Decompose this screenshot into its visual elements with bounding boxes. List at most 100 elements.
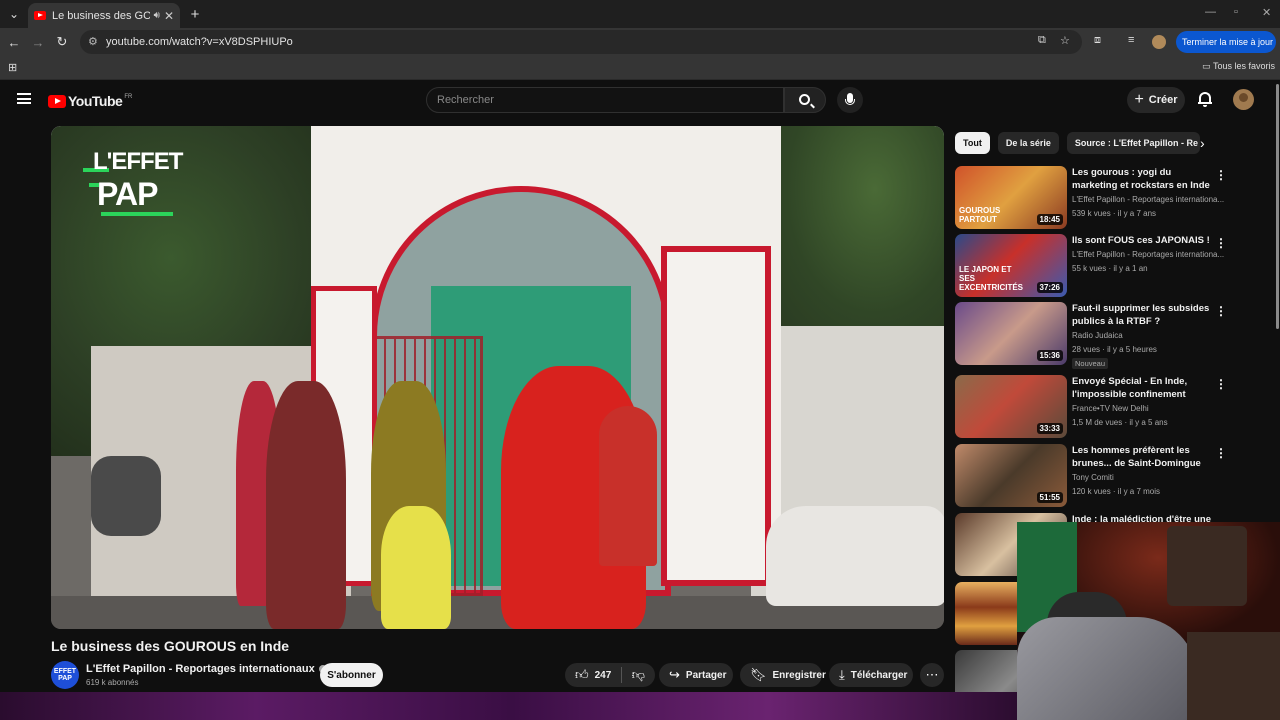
video-duration: 51:55	[1036, 492, 1063, 503]
reload-icon[interactable]: ↻	[53, 33, 71, 51]
tab-search-icon[interactable]: ⌄	[5, 5, 23, 23]
kebab-icon[interactable]: ⋮	[1215, 377, 1227, 391]
youtube-play-icon	[48, 94, 66, 108]
kebab-icon[interactable]: ⋮	[1215, 446, 1227, 460]
youtube-favicon-icon	[34, 11, 46, 20]
account-avatar[interactable]	[1233, 89, 1254, 110]
video-thumbnail[interactable]: GOUROUS PARTOUT 18:45	[955, 166, 1067, 229]
recommendation-title[interactable]: Les hommes préfèrent les brunes... de Sa…	[1072, 444, 1212, 470]
profile-avatar[interactable]	[1152, 35, 1166, 49]
chip-source[interactable]: Source : L'Effet Papillon - Re	[1066, 132, 1200, 154]
chevron-right-icon[interactable]: ›	[1200, 135, 1205, 151]
recommendation-title[interactable]: Faut-il supprimer les subsides publics à…	[1072, 302, 1212, 328]
apps-grid-icon[interactable]: ⊞	[8, 61, 17, 74]
recommendation-channel[interactable]: L'Effet Papillon - Reportages internatio…	[1072, 250, 1227, 259]
recommendation-item[interactable]: GOUROUS PARTOUT 18:45 Les gourous : yogi…	[955, 166, 1265, 230]
recommendation-item[interactable]: 15:36 Faut-il supprimer les subsides pub…	[955, 302, 1265, 369]
region-code: FR	[124, 94, 133, 100]
dislike-icon[interactable]: 👎︎	[632, 667, 645, 683]
site-info-icon[interactable]: ⚙︎	[88, 35, 98, 48]
menu-icon[interactable]	[17, 93, 31, 104]
maximize-icon[interactable]: ▫	[1234, 6, 1238, 18]
search-button[interactable]	[784, 87, 826, 113]
youtube-wordmark: YouTube	[68, 93, 123, 109]
channel-avatar[interactable]: EFFET PAP	[51, 661, 79, 689]
kebab-icon[interactable]: ⋮	[1215, 304, 1227, 318]
recommendation-item[interactable]: LE JAPON ET SES EXCENTRICITÉS 37:26 Ils …	[955, 234, 1265, 298]
recommendation-channel[interactable]: France•TV New Delhi	[1072, 404, 1227, 413]
recommendation-meta: 120 k vues · il y a 7 mois	[1072, 487, 1161, 496]
bookmark-star-icon[interactable]: ☆	[1060, 34, 1070, 47]
forward-icon[interactable]: →	[29, 33, 47, 51]
update-label: Terminer la mise à jour	[1182, 37, 1274, 47]
webcam-frame	[1167, 526, 1247, 606]
youtube-logo[interactable]: YouTube FR	[48, 93, 132, 109]
recommendation-channel[interactable]: Radio Judaica	[1072, 331, 1227, 340]
close-tab-icon[interactable]: ✕	[164, 9, 174, 23]
create-label: Créer	[1148, 94, 1178, 106]
thumbnail-caption: LE JAPON ET SES EXCENTRICITÉS	[959, 265, 1024, 292]
video-title: Le business des GOUROUS en Inde	[51, 638, 290, 654]
back-icon[interactable]: ←	[5, 33, 23, 51]
media-controls-icon[interactable]: ≡	[1128, 34, 1134, 46]
video-thumbnail[interactable]: 51:55	[955, 444, 1067, 507]
kebab-icon[interactable]: ⋮	[1215, 168, 1227, 182]
chip-all[interactable]: Tout	[955, 132, 990, 154]
recommendation-title[interactable]: Les gourous : yogi du marketing et rocks…	[1072, 166, 1212, 192]
temple-pillar-right	[661, 246, 771, 586]
address-bar[interactable]: ⚙︎ youtube.com/watch?v=xV8DSPHIUPo	[80, 30, 1082, 54]
recommendation-channel[interactable]: L'Effet Papillon - Reportages internatio…	[1072, 195, 1227, 204]
video-thumbnail[interactable]: 33:33	[955, 375, 1067, 438]
recommendation-item[interactable]: 51:55 Les hommes préfèrent les brunes...…	[955, 444, 1265, 508]
like-dislike-group: 👍︎ 247 👎︎	[565, 663, 655, 687]
recommendation-title[interactable]: Ils sont FOUS ces JAPONAIS !	[1072, 234, 1212, 247]
share-button[interactable]: ↪ Partager	[659, 663, 733, 687]
scene-person	[266, 381, 346, 629]
subscribe-button[interactable]: S'abonner	[320, 663, 383, 687]
speaker-icon[interactable]: 🔊︎	[154, 10, 160, 21]
recommendation-title[interactable]: Envoyé Spécial - En Inde, l'impossible c…	[1072, 375, 1212, 401]
close-window-icon[interactable]: ✕	[1262, 6, 1271, 19]
scene-trees-right	[771, 126, 944, 336]
create-button[interactable]: + Créer	[1127, 87, 1185, 113]
divider	[621, 667, 622, 683]
video-thumbnail[interactable]: LE JAPON ET SES EXCENTRICITÉS 37:26	[955, 234, 1067, 297]
effet-papillon-logo: L'EFFET PAP	[83, 148, 183, 218]
browser-tab-active[interactable]: Le business des GOUROUS 🔊︎ ✕	[28, 3, 180, 28]
recommendation-meta: 539 k vues · il y a 7 ans	[1072, 209, 1157, 218]
folder-icon: ▭	[1202, 61, 1211, 71]
tab-title: Le business des GOUROUS	[52, 9, 150, 22]
bell-rim	[1198, 102, 1212, 104]
mic-stand	[845, 99, 855, 105]
video-duration: 15:36	[1036, 350, 1063, 361]
recommendation-channel[interactable]: Tony Comiti	[1072, 473, 1227, 482]
youtube-header: YouTube FR Rechercher + Créer	[0, 81, 1280, 119]
extensions-icon[interactable]: ⧈	[1094, 34, 1101, 47]
search-input[interactable]: Rechercher	[426, 87, 784, 113]
notifications-bell-icon[interactable]	[1198, 91, 1212, 107]
download-button[interactable]: ⤓ Télécharger	[829, 663, 913, 687]
recommendation-item[interactable]: 33:33 Envoyé Spécial - En Inde, l'imposs…	[955, 375, 1265, 439]
logo-stripe	[101, 212, 173, 216]
minimize-icon[interactable]: —	[1205, 6, 1216, 18]
new-tab-icon[interactable]: +	[186, 5, 204, 23]
like-icon[interactable]: 👍︎	[575, 667, 589, 683]
page-scrollbar[interactable]	[1276, 84, 1279, 329]
like-count[interactable]: 247	[595, 670, 612, 681]
plus-icon: +	[1134, 91, 1144, 108]
update-button[interactable]: Terminer la mise à jour⋮	[1176, 31, 1280, 53]
browser-toolbar: ← → ↻ ⚙︎ youtube.com/watch?v=xV8DSPHIUPo…	[0, 28, 1280, 56]
save-button[interactable]: 🔖︎ Enregistrer	[740, 663, 826, 687]
video-player[interactable]: L'EFFET PAP	[51, 126, 944, 629]
video-duration: 33:33	[1036, 423, 1063, 434]
chip-series[interactable]: De la série	[997, 132, 1059, 154]
kebab-icon[interactable]: ⋮	[1215, 236, 1227, 250]
subscriber-count: 619 k abonnés	[86, 678, 139, 687]
all-bookmarks-label: Tous les favoris	[1212, 61, 1275, 71]
all-bookmarks-button[interactable]: ▭ Tous les favoris	[1202, 61, 1275, 72]
install-app-icon[interactable]: ⧉	[1038, 34, 1046, 47]
more-actions-button[interactable]: ⋯	[920, 663, 944, 687]
channel-name[interactable]: L'Effet Papillon - Reportages internatio…	[86, 663, 327, 675]
video-thumbnail[interactable]: 15:36	[955, 302, 1067, 365]
voice-search-button[interactable]	[837, 87, 863, 113]
